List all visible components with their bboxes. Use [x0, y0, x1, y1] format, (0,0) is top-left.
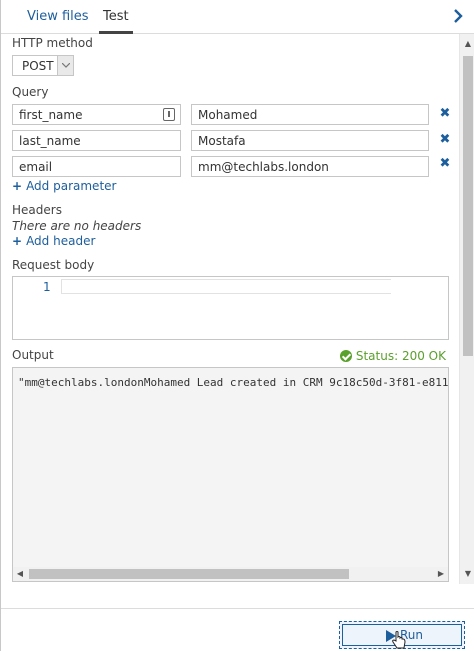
- query-param-value-field[interactable]: Mostafa: [191, 130, 429, 151]
- plus-icon: +: [12, 179, 23, 193]
- vertical-scroll-thumb[interactable]: [463, 56, 473, 356]
- tab-test[interactable]: Test: [103, 8, 129, 26]
- output-label: Output: [12, 348, 54, 362]
- chevron-down-icon[interactable]: [57, 56, 73, 75]
- editor-line[interactable]: [61, 279, 391, 294]
- add-parameter-link[interactable]: + Add parameter: [12, 179, 116, 193]
- query-param-name-field[interactable]: first_name: [12, 104, 181, 125]
- add-header-link[interactable]: + Add header: [12, 234, 95, 248]
- query-param-name: first_name: [19, 108, 83, 122]
- close-icon[interactable]: ✖: [439, 107, 451, 120]
- tab-view-files[interactable]: View files: [27, 8, 89, 26]
- query-param-name-field[interactable]: last_name: [12, 130, 181, 151]
- plus-icon: +: [12, 234, 23, 248]
- add-header-label: Add header: [26, 234, 96, 248]
- hand-cursor-icon: [392, 631, 406, 649]
- query-param-value-field[interactable]: Mohamed: [191, 104, 429, 125]
- footer: Run: [1, 608, 474, 651]
- query-param-value-field[interactable]: mm@techlabs.london: [191, 156, 429, 177]
- scroll-left-icon[interactable]: ◀: [15, 569, 25, 579]
- info-icon[interactable]: [163, 108, 175, 121]
- query-label: Query: [12, 85, 49, 99]
- chevron-right-icon[interactable]: [453, 8, 465, 24]
- run-button[interactable]: Run: [339, 621, 465, 649]
- http-method-label: HTTP method: [12, 36, 93, 50]
- query-param-name: email: [19, 160, 53, 174]
- vertical-scrollbar[interactable]: ▲ ▼: [459, 34, 474, 584]
- query-param-value: mm@techlabs.london: [198, 160, 329, 174]
- output-panel: "mm@techlabs.londonMohamed Lead created …: [12, 367, 449, 582]
- http-method-select[interactable]: POST: [12, 55, 74, 76]
- http-method-value: POST: [22, 59, 54, 73]
- check-circle-icon: [339, 350, 352, 362]
- close-icon[interactable]: ✖: [439, 157, 451, 170]
- tab-bar: View files Test: [1, 0, 474, 34]
- request-body-label: Request body: [12, 258, 95, 272]
- query-param-value: Mostafa: [198, 134, 246, 148]
- scroll-right-icon[interactable]: ▶: [436, 569, 446, 579]
- scroll-down-icon[interactable]: ▼: [464, 570, 472, 578]
- query-param-name: last_name: [19, 134, 81, 148]
- horizontal-scrollbar[interactable]: ◀ ▶: [13, 567, 448, 581]
- query-param-name-field[interactable]: email: [12, 156, 181, 177]
- test-panel: View files Test HTTP method POST Query f…: [0, 0, 474, 651]
- status-badge: Status: 200 OK: [339, 349, 446, 363]
- horizontal-scroll-thumb[interactable]: [29, 569, 349, 579]
- headers-label: Headers: [12, 203, 62, 217]
- close-icon[interactable]: ✖: [439, 133, 451, 146]
- query-param-value: Mohamed: [198, 108, 258, 122]
- add-parameter-label: Add parameter: [26, 179, 117, 193]
- request-body-editor[interactable]: 1: [12, 276, 449, 340]
- status-text: Status: 200 OK: [355, 349, 446, 363]
- headers-empty-text: There are no headers: [12, 219, 142, 233]
- scroll-up-icon[interactable]: ▲: [464, 40, 472, 48]
- line-number: 1: [43, 280, 51, 294]
- output-text: "mm@techlabs.londonMohamed Lead created …: [18, 376, 449, 389]
